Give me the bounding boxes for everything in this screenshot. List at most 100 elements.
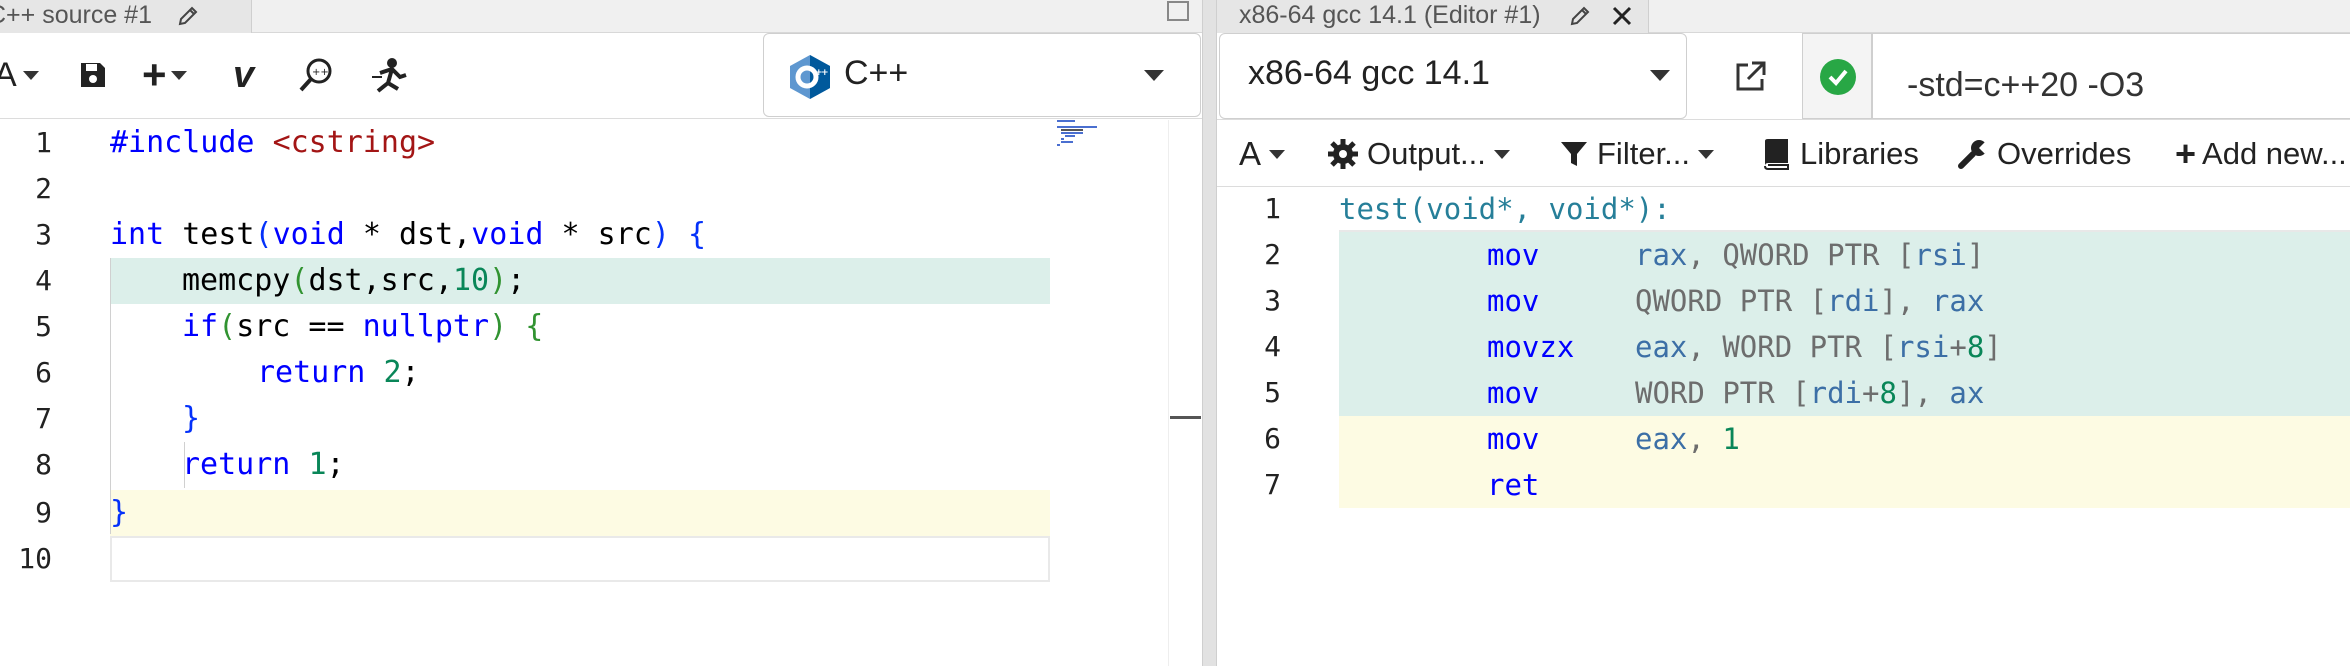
vim-icon: v [233,53,255,96]
asm-operands: WORD PTR [rdi+8], ax [1635,376,1985,410]
language-label: C++ [844,54,909,92]
rename-pencil-icon[interactable] [1567,3,1593,29]
code-editor[interactable]: 1 2 3 4 5 6 7 8 9 10 #include <cstring> … [0,120,1202,666]
line-number: 9 [35,496,52,529]
line-number: 4 [35,264,52,297]
filter-label: Filter... [1597,136,1691,171]
font-size-label: A [1239,135,1262,172]
svg-text:++: ++ [312,67,329,78]
source-editor-pane: C++ source #1 A + v ++ + + C++ 1 2 3 4 5… [0,0,1202,666]
font-size-button[interactable]: A [0,53,39,97]
filter-icon [1559,139,1589,169]
compiler-options-row: x86-64 gcc 14.1 [1217,33,2350,119]
libraries-label: Libraries [1800,136,1919,171]
output-label: Output... [1367,136,1486,171]
asm-opcode: ret [1487,468,1540,502]
line-number: 6 [35,356,52,389]
chevron-down-icon [1650,70,1670,81]
quick-bench-button[interactable] [370,53,410,97]
code-line: return 2; [257,355,420,390]
asm-label: test(void*, void*): [1339,192,1671,226]
line-number: 3 [1264,284,1281,317]
save-icon [78,60,108,90]
asm-operands: rax, QWORD PTR [rsi] [1635,238,1985,272]
gear-icon [1327,138,1359,170]
pane-splitter[interactable] [1202,0,1217,666]
editor-minimap[interactable] [1055,118,1125,158]
editor-scrollbar[interactable] [1168,120,1202,666]
plus-icon: + [2175,133,2197,174]
line-number: 5 [35,310,52,343]
compiler-tab[interactable]: x86-64 gcc 14.1 (Editor #1) [1217,0,1649,33]
minimap-slider[interactable] [1170,416,1201,419]
assembly-output[interactable]: 1 2 3 4 5 6 7 test(void*, void*): mov ra… [1217,188,2350,666]
save-button[interactable] [78,53,108,97]
compile-status[interactable] [1802,33,1872,119]
vim-mode-button[interactable]: v [233,53,254,97]
line-number: 8 [35,448,52,481]
book-icon [1762,138,1790,170]
current-line-highlight [110,536,1050,582]
asm-opcode: movzx [1487,330,1575,364]
chevron-down-icon [1144,70,1164,81]
wrench-icon [1957,138,1989,170]
cpp-insights-button[interactable]: ++ [297,53,337,97]
compiler-pane: x86-64 gcc 14.1 (Editor #1) x86-64 gcc 1… [1217,0,2350,666]
maximize-pane-icon[interactable] [1167,1,1189,21]
chevron-down-icon [1269,149,1286,159]
line-number: 3 [35,218,52,251]
line-number: 5 [1264,376,1281,409]
code-line: if(src == nullptr) { [182,309,544,344]
line-number: 10 [18,542,52,575]
libraries-button[interactable]: Libraries [1762,132,1919,176]
add-new-button[interactable]: + Add new... [2175,132,2347,176]
overrides-button[interactable]: Overrides [1957,132,2131,176]
compiler-options-input[interactable] [1872,33,2350,119]
check-icon [1820,59,1856,95]
asm-operands: QWORD PTR [rdi], rax [1635,284,1985,318]
plus-icon: + [142,51,167,98]
line-number: 4 [1264,330,1281,363]
svg-text:+: + [821,68,829,78]
font-size-button[interactable]: A [1239,132,1286,176]
code-line: } [182,401,201,436]
code-line: return 1; [182,447,345,482]
add-pane-button[interactable]: + [142,53,187,97]
chevron-down-icon [170,70,187,80]
chevron-down-icon [1493,149,1510,159]
line-number: 6 [1264,422,1281,455]
compiler-toolbar: A Output... Filter... Libraries Override… [1217,119,2350,187]
line-number: 1 [35,126,52,159]
compiler-tab-title: x86-64 gcc 14.1 (Editor #1) [1239,1,1541,29]
quick-bench-icon [370,55,410,95]
cpp-insights-icon: ++ [297,55,337,95]
line-number: 2 [1264,238,1281,271]
compiler-label: x86-64 gcc 14.1 [1248,54,1490,92]
compiler-select[interactable]: x86-64 gcc 14.1 [1219,33,1687,119]
source-editor-tab[interactable]: C++ source #1 [0,0,252,33]
source-tab-title: C++ source #1 [0,1,152,29]
code-line: int test(void * dst,void * src) { [110,217,707,252]
asm-operands: eax, 1 [1635,422,1740,456]
font-size-label: A [0,55,17,94]
add-new-label: Add new... [2202,136,2347,171]
compiler-tab-bar: x86-64 gcc 14.1 (Editor #1) [1217,0,2350,33]
asm-operands: eax, WORD PTR [rsi+8] [1635,330,2002,364]
language-select[interactable]: + + C++ [763,33,1201,117]
output-button[interactable]: Output... [1327,132,1510,176]
line-number: 7 [35,402,52,435]
chevron-down-icon [22,70,39,80]
overrides-label: Overrides [1997,136,2132,171]
rename-pencil-icon[interactable] [175,3,201,29]
popout-icon[interactable] [1732,57,1770,95]
line-highlight-yellow [110,490,1050,536]
close-icon[interactable] [1608,2,1636,30]
code-line: memcpy(dst,src,10); [182,263,526,298]
filter-button[interactable]: Filter... [1559,132,1715,176]
code-line: #include <cstring> [110,125,436,160]
chevron-down-icon [1698,149,1715,159]
line-number: 2 [35,172,52,205]
asm-opcode: mov [1487,376,1540,410]
source-tab-bar: C++ source #1 [0,0,1202,33]
line-number: 1 [1264,192,1281,225]
